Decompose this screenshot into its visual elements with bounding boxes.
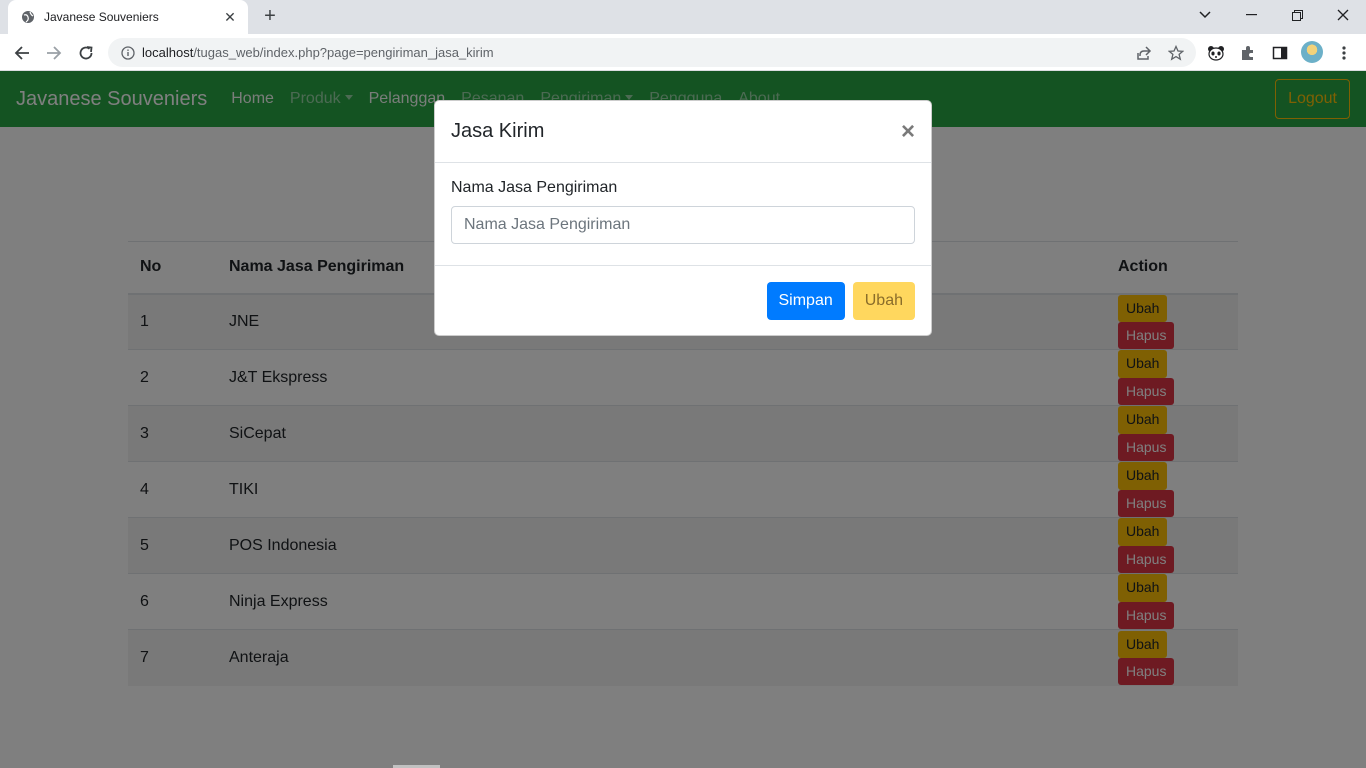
tab-search-icon[interactable] — [1182, 0, 1228, 30]
address-bar[interactable]: localhost/tugas_web/index.php?page=pengi… — [108, 38, 1196, 67]
side-panel-icon[interactable] — [1269, 42, 1291, 64]
reload-icon[interactable] — [72, 39, 100, 67]
browser-tab[interactable]: Javanese Souveniers ✕ — [8, 0, 248, 34]
courier-name-label: Nama Jasa Pengiriman — [451, 179, 618, 196]
new-tab-icon[interactable]: + — [258, 5, 282, 29]
bookmark-star-icon[interactable] — [1166, 43, 1186, 63]
close-icon[interactable]: × — [901, 119, 915, 144]
restore-icon[interactable] — [1274, 0, 1320, 30]
panda-extension-icon[interactable] — [1205, 42, 1227, 64]
profile-avatar[interactable] — [1301, 41, 1323, 63]
modal-footer: Simpan Ubah — [435, 266, 931, 336]
tab-close-icon[interactable]: ✕ — [222, 9, 238, 26]
tab-title: Javanese Souveniers — [44, 10, 159, 24]
close-window-icon[interactable] — [1320, 0, 1366, 30]
save-button[interactable]: Simpan — [766, 282, 845, 320]
courier-name-input[interactable] — [451, 206, 915, 244]
url-text: localhost/tugas_web/index.php?page=pengi… — [142, 45, 494, 60]
modal-body: Nama Jasa Pengiriman — [435, 163, 931, 266]
forward-icon[interactable] — [40, 39, 68, 67]
edit-button[interactable]: Ubah — [852, 282, 915, 320]
menu-kebab-icon[interactable] — [1333, 42, 1355, 64]
globe-icon — [20, 9, 36, 25]
modal-header: Jasa Kirim × — [435, 101, 931, 163]
info-icon[interactable] — [120, 45, 136, 61]
browser-toolbar: localhost/tugas_web/index.php?page=pengi… — [0, 34, 1366, 71]
jasa-kirim-modal: Jasa Kirim × Nama Jasa Pengiriman Simpan… — [434, 100, 932, 336]
browser-tab-bar: Javanese Souveniers ✕ + — [0, 0, 1366, 34]
share-icon[interactable] — [1134, 43, 1154, 63]
minimize-icon[interactable] — [1228, 0, 1274, 30]
extensions-puzzle-icon[interactable] — [1237, 42, 1259, 64]
back-icon[interactable] — [8, 39, 36, 67]
modal-title: Jasa Kirim — [451, 120, 545, 142]
